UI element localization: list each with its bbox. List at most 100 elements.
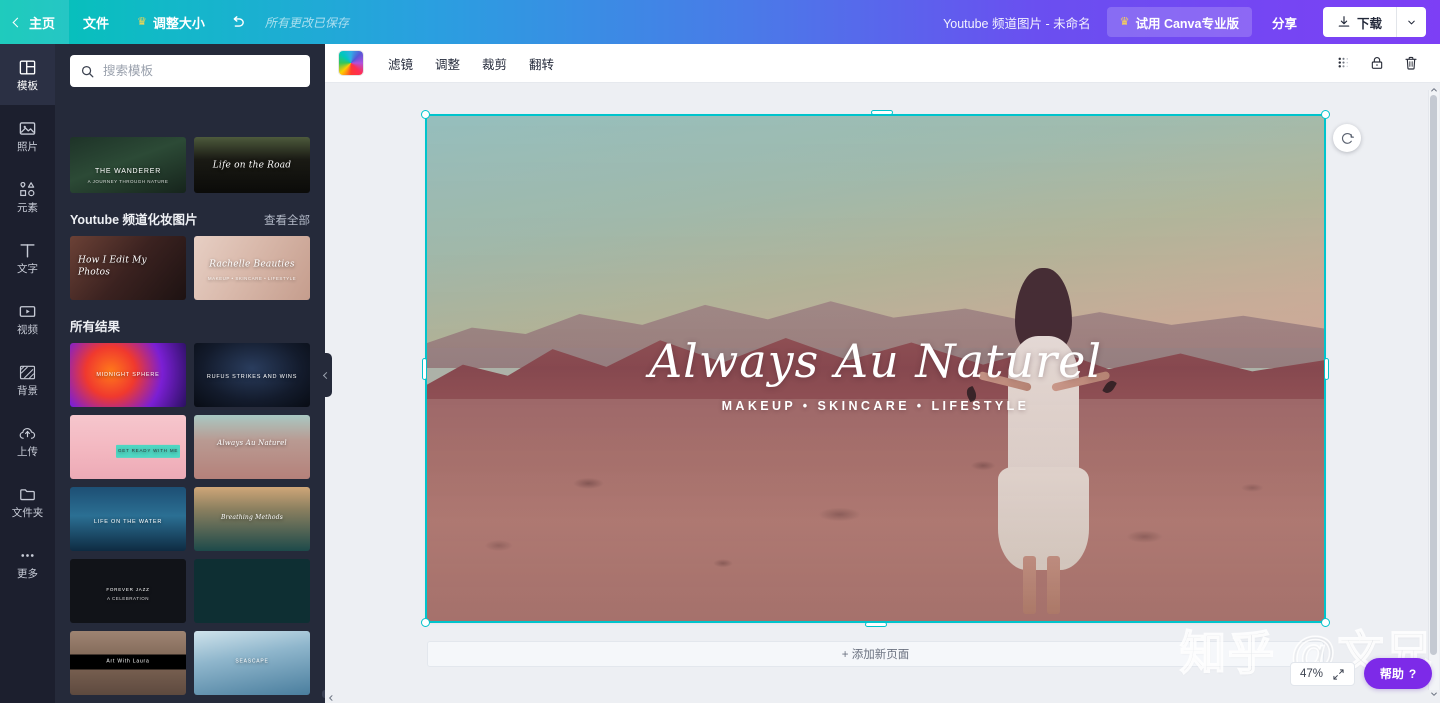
resize-handle-bottom[interactable] bbox=[864, 622, 887, 627]
top-right-group: Youtube 频道图片 - 未命名 ♛ 试用 Canva专业版 分享 下载 bbox=[931, 0, 1440, 44]
home-label: 主页 bbox=[29, 15, 56, 31]
canvas-stage[interactable]: Always Au Naturel MAKEUP • SKINCARE • LI… bbox=[325, 83, 1440, 703]
pro-crown-icon: ♛ bbox=[1119, 15, 1130, 28]
search-box[interactable] bbox=[70, 55, 310, 87]
delete-button[interactable] bbox=[1396, 49, 1426, 77]
rotate-handle[interactable] bbox=[1333, 124, 1361, 152]
document-title[interactable]: Youtube 频道图片 - 未命名 bbox=[931, 13, 1103, 32]
scroll-down-button[interactable] bbox=[1428, 688, 1439, 699]
add-new-page-button[interactable]: + 添加新页面 bbox=[427, 641, 1324, 667]
template-thumbnail[interactable]: MIDNIGHT SPHERE bbox=[70, 343, 186, 407]
left-rail: 模板 照片 元素 文字 视频 背景 上传 文件夹 更多 bbox=[0, 44, 55, 703]
download-label: 下载 bbox=[1356, 16, 1382, 31]
vertical-scrollbar-thumb[interactable] bbox=[1430, 95, 1437, 655]
collapse-panel-button[interactable] bbox=[318, 353, 332, 397]
download-group: 下载 bbox=[1322, 7, 1426, 37]
search-input[interactable] bbox=[103, 64, 310, 78]
sidebar-item-templates[interactable]: 模板 bbox=[0, 44, 55, 105]
sidebar-item-upload[interactable]: 上传 bbox=[0, 410, 55, 471]
home-button[interactable]: 主页 bbox=[0, 0, 70, 44]
template-thumbnail[interactable]: RUFUS STRIKES AND WINS bbox=[194, 343, 310, 407]
undo-icon bbox=[234, 15, 245, 27]
section-title: 所有结果 bbox=[70, 320, 121, 334]
sidebar-item-elements[interactable]: 元素 bbox=[0, 166, 55, 227]
sidebar-label-video: 视频 bbox=[17, 323, 38, 336]
adjust-label: 调整 bbox=[435, 57, 461, 72]
top-left-group: 主页 文件 ♛ 调整大小 所有更改已保存 bbox=[0, 0, 349, 44]
text-icon bbox=[20, 243, 35, 258]
template-thumbnail[interactable]: Always Au Naturel bbox=[194, 415, 310, 479]
color-swatch[interactable] bbox=[339, 51, 363, 75]
pro-label: 试用 Canva专业版 bbox=[1135, 16, 1239, 31]
thumbnail-subcaption: A CELEBRATION bbox=[107, 596, 149, 602]
undo-button[interactable] bbox=[219, 0, 257, 44]
image-editor-toolbar: 滤镜 调整 裁剪 翻转 bbox=[325, 44, 1440, 83]
see-all-link[interactable]: 查看全部 bbox=[264, 212, 310, 228]
scroll-left-button[interactable] bbox=[325, 692, 336, 703]
chevron-down-icon bbox=[1430, 692, 1437, 696]
sidebar-label-templates: 模板 bbox=[17, 79, 38, 92]
template-thumbnail[interactable]: Rachelle Beauties MAKEUP • SKINCARE • LI… bbox=[194, 236, 310, 300]
sidebar-item-more[interactable]: 更多 bbox=[0, 532, 55, 593]
download-options-button[interactable] bbox=[1396, 7, 1426, 37]
canva-editor-window: 主页 文件 ♛ 调整大小 所有更改已保存 Youtube 频道图片 - 未命名 … bbox=[0, 0, 1440, 703]
template-thumbnail[interactable]: Art With Laura bbox=[70, 631, 186, 695]
template-thumbnail[interactable]: Breathing Methods bbox=[194, 487, 310, 551]
sidebar-item-folders[interactable]: 文件夹 bbox=[0, 471, 55, 532]
template-thumbnail[interactable]: SEASCAPE bbox=[194, 631, 310, 695]
sidebar-item-photos[interactable]: 照片 bbox=[0, 105, 55, 166]
adjust-button[interactable]: 调整 bbox=[424, 50, 471, 76]
thumbnail-caption: Always Au Naturel bbox=[217, 438, 287, 447]
download-button[interactable]: 下载 bbox=[1323, 7, 1396, 37]
lock-button[interactable] bbox=[1362, 49, 1392, 77]
templates-panel: THE WANDERER A JOURNEY THROUGH NATURE Li… bbox=[55, 44, 325, 703]
zoom-level-label[interactable]: 47% bbox=[1300, 668, 1323, 680]
thumbnail-caption: MIDNIGHT SPHERE bbox=[96, 372, 160, 379]
template-thumbnail[interactable]: GET READY WITH ME bbox=[70, 415, 186, 479]
filter-label: 滤镜 bbox=[388, 57, 414, 72]
templates-scroll-area[interactable]: THE WANDERER A JOURNEY THROUGH NATURE Li… bbox=[55, 96, 325, 703]
resize-handle-right[interactable] bbox=[1324, 357, 1329, 380]
thumbnail-caption: SEASCAPE bbox=[235, 658, 269, 665]
flip-label: 翻转 bbox=[529, 57, 555, 72]
transparency-button[interactable] bbox=[1328, 49, 1358, 77]
sidebar-label-text: 文字 bbox=[17, 262, 38, 275]
template-grid-all: MIDNIGHT SPHERE RUFUS STRIKES AND WINS G… bbox=[70, 343, 310, 703]
help-button[interactable]: 帮助 ? bbox=[1364, 658, 1432, 689]
resize-handle-top[interactable] bbox=[871, 110, 893, 115]
try-canva-pro-button[interactable]: ♛ 试用 Canva专业版 bbox=[1106, 7, 1252, 37]
chevron-left-icon bbox=[12, 17, 23, 27]
share-button[interactable]: 分享 bbox=[1256, 7, 1313, 37]
photos-icon bbox=[19, 122, 36, 135]
template-thumbnail[interactable]: THE WANDERER A JOURNEY THROUGH NATURE bbox=[70, 137, 186, 193]
share-label: 分享 bbox=[1271, 16, 1297, 31]
upload-icon bbox=[19, 427, 36, 439]
transparency-icon bbox=[1338, 57, 1348, 68]
thumbnail-caption: THE WANDERER bbox=[94, 167, 162, 175]
template-thumbnail[interactable]: LIFE ON THE WATER bbox=[70, 487, 186, 551]
thumbnail-caption: FOREVER JAZZ bbox=[106, 586, 150, 592]
file-menu-button[interactable]: 文件 bbox=[69, 0, 123, 44]
template-thumbnail[interactable]: Life on the Road bbox=[194, 137, 310, 193]
canvas-page-wrapper[interactable]: Always Au Naturel MAKEUP • SKINCARE • LI… bbox=[421, 110, 1361, 627]
canvas-headline-text[interactable]: Always Au Naturel bbox=[427, 338, 1324, 384]
sidebar-item-background[interactable]: 背景 bbox=[0, 349, 55, 410]
flip-button[interactable]: 翻转 bbox=[518, 50, 565, 76]
design-canvas[interactable]: Always Au Naturel MAKEUP • SKINCARE • LI… bbox=[427, 116, 1324, 621]
scroll-up-button[interactable] bbox=[1428, 84, 1439, 95]
resize-label: 调整大小 bbox=[152, 15, 205, 31]
crop-label: 裁剪 bbox=[482, 57, 508, 72]
template-thumbnail[interactable]: FOREVER JAZZ A CELEBRATION bbox=[70, 559, 186, 623]
sidebar-item-text[interactable]: 文字 bbox=[0, 227, 55, 288]
expand-icon[interactable] bbox=[1332, 668, 1345, 681]
templates-icon bbox=[19, 60, 36, 75]
crop-button[interactable]: 裁剪 bbox=[471, 50, 518, 76]
template-thumbnail[interactable]: How I Edit My Photos bbox=[70, 236, 186, 300]
filter-button[interactable]: 滤镜 bbox=[377, 50, 424, 76]
save-status-text: 所有更改已保存 bbox=[264, 15, 349, 30]
template-thumbnail[interactable] bbox=[194, 559, 310, 623]
crown-icon: ♛ bbox=[137, 15, 147, 28]
resize-button[interactable]: ♛ 调整大小 bbox=[123, 0, 219, 44]
canvas-subheadline-text[interactable]: MAKEUP • SKINCARE • LIFESTYLE bbox=[427, 399, 1324, 413]
sidebar-item-video[interactable]: 视频 bbox=[0, 288, 55, 349]
